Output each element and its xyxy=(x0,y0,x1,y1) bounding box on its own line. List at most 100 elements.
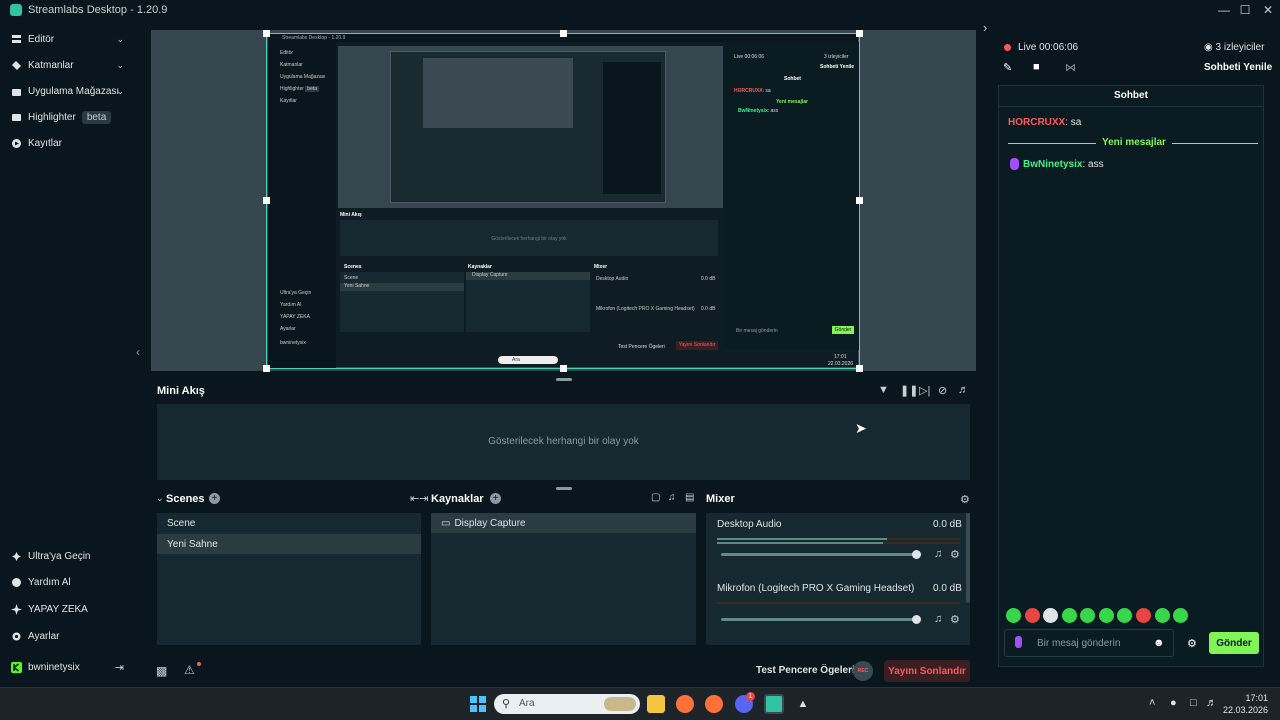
emote-icon[interactable] xyxy=(1006,608,1021,623)
emote-icon[interactable] xyxy=(1043,608,1058,623)
volume-slider[interactable] xyxy=(721,553,916,556)
scene-item-selected[interactable]: Yeni Sahne xyxy=(157,534,421,554)
volume-slider[interactable] xyxy=(721,618,916,621)
live-status: Live 00:06:06 xyxy=(1018,42,1078,53)
chat-settings-icon[interactable]: ⚙ xyxy=(1187,637,1197,650)
alert-icon[interactable]: ⚠ xyxy=(184,663,195,677)
firefox-icon[interactable] xyxy=(705,695,723,713)
channel-settings-icon[interactable]: ⚙ xyxy=(950,613,960,626)
collapse-left-icon[interactable]: ‹ xyxy=(136,345,140,359)
chat-message: BwNinetysix: ass xyxy=(1023,159,1104,170)
highlighter-icon xyxy=(10,111,22,123)
nav-item-settings[interactable]: Ayarlar xyxy=(0,623,134,649)
resize-handle[interactable] xyxy=(560,365,567,372)
share-icon[interactable]: ⋈ xyxy=(1065,61,1076,74)
emote-icon[interactable] xyxy=(1173,608,1188,623)
resize-handle[interactable] xyxy=(856,30,863,37)
resize-handle[interactable] xyxy=(560,30,567,37)
camera-icon[interactable]: ■ xyxy=(1033,61,1040,73)
resize-handle[interactable] xyxy=(856,365,863,372)
emote-icon[interactable] xyxy=(1117,608,1132,623)
add-scene-icon[interactable]: + xyxy=(209,493,220,504)
add-source-icon[interactable]: + xyxy=(490,493,501,504)
emoji-icon[interactable]: ☻ xyxy=(1153,637,1165,649)
nav-item-ai[interactable]: YAPAY ZEKA xyxy=(0,596,134,622)
resize-handle[interactable] xyxy=(856,197,863,204)
chat-user[interactable]: HORCRUXX xyxy=(1008,117,1065,128)
performance-icon[interactable]: ▩ xyxy=(156,664,167,678)
chevron-down-icon[interactable]: ⌄ xyxy=(156,493,164,504)
mic-icon[interactable] xyxy=(1015,636,1022,648)
nav-item-help[interactable]: Yardım Al xyxy=(0,569,134,595)
taskbar-search[interactable]: ⚲ Ara xyxy=(494,694,640,714)
mixer-scrollbar[interactable] xyxy=(966,513,970,603)
close-button[interactable]: ✕ xyxy=(1256,0,1280,20)
volume-icon[interactable]: ♬ xyxy=(958,384,969,396)
send-button[interactable]: Gönder xyxy=(1209,632,1259,654)
chat-box xyxy=(998,85,1264,667)
sources-title: Kaynaklar xyxy=(431,493,484,505)
scene-item[interactable]: Scene xyxy=(157,513,421,533)
source-item[interactable]: ▭ Display Capture xyxy=(431,513,696,533)
filter-icon[interactable]: ▼ xyxy=(878,384,889,396)
test-widgets-label[interactable]: Test Pencere Ögeleri xyxy=(756,665,855,676)
resize-handle[interactable] xyxy=(263,30,270,37)
logout-icon[interactable]: ⇥ xyxy=(115,661,124,674)
nav-user[interactable]: bwninetysix ⇥ xyxy=(0,654,134,680)
volume-slider-knob[interactable] xyxy=(912,615,921,624)
app-icon[interactable]: ▲ xyxy=(794,695,812,713)
selection-frame[interactable] xyxy=(266,33,860,369)
nav-item-editor[interactable]: Editör ⌄ xyxy=(0,26,134,52)
windows-start-icon[interactable] xyxy=(469,695,487,713)
firefox-icon[interactable] xyxy=(676,695,694,713)
layers-icon xyxy=(10,59,22,71)
record-button[interactable]: REC xyxy=(853,661,873,681)
maximize-button[interactable]: ☐ xyxy=(1233,0,1257,20)
refresh-chat-button[interactable]: Sohbeti Yenile xyxy=(1204,62,1272,73)
resize-handle[interactable] xyxy=(263,197,270,204)
mouse-cursor-icon: ➤ xyxy=(855,420,867,436)
skip-icon[interactable]: ▷| xyxy=(919,384,930,397)
nav-item-app-store[interactable]: Uygulama Mağazası ⌄ xyxy=(0,78,134,104)
taskbar-date[interactable]: 22.03.2026 xyxy=(1220,705,1268,715)
speaker-icon[interactable]: ♫ xyxy=(934,548,942,560)
nav-item-highlighter[interactable]: Highlighter beta xyxy=(0,104,134,130)
nav-label: YAPAY ZEKA xyxy=(28,603,88,615)
drag-handle[interactable] xyxy=(556,487,572,490)
add-folder-icon[interactable]: ▤ xyxy=(685,492,694,503)
nav-item-layers[interactable]: Katmanlar ⌄ xyxy=(0,52,134,78)
speaker-icon[interactable]: ♫ xyxy=(934,613,942,625)
nav-label: Highlighter xyxy=(28,111,76,123)
volume-slider-knob[interactable] xyxy=(912,550,921,559)
emote-icon[interactable] xyxy=(1099,608,1114,623)
nav-item-ultra[interactable]: Ultra'ya Geçin xyxy=(0,543,134,569)
emote-icon[interactable] xyxy=(1136,608,1151,623)
emote-icon[interactable] xyxy=(1062,608,1077,623)
mixer-settings-icon[interactable]: ⚙ xyxy=(960,493,970,506)
collapse-right-icon[interactable]: › xyxy=(983,20,987,35)
chevron-up-icon[interactable]: ˄ xyxy=(1149,697,1155,709)
network-icon[interactable]: □ xyxy=(1190,697,1197,709)
emote-icon[interactable] xyxy=(1155,608,1170,623)
chevron-down-icon: ⌄ xyxy=(116,59,124,70)
speaker-icon[interactable]: ♬ xyxy=(1206,697,1217,709)
source-preview-icon[interactable]: ▢ xyxy=(651,492,660,503)
chat-input-placeholder: Bir mesaj gönderin xyxy=(1037,638,1121,649)
scene-transition-icon[interactable]: ⇤⇥ xyxy=(410,492,428,505)
mute-alerts-icon[interactable]: ⊘ xyxy=(938,384,947,397)
nav-item-recordings[interactable]: Kayıtlar xyxy=(0,130,134,156)
microphone-icon[interactable]: ● xyxy=(1170,697,1177,709)
chat-user[interactable]: BwNinetysix xyxy=(1023,159,1082,170)
end-stream-button[interactable]: Yayını Sonlandır xyxy=(884,660,970,682)
channel-settings-icon[interactable]: ⚙ xyxy=(950,548,960,561)
taskbar-time[interactable]: 17:01 xyxy=(1240,693,1268,703)
file-explorer-icon[interactable] xyxy=(647,695,665,713)
resize-handle[interactable] xyxy=(263,365,270,372)
source-audio-icon[interactable]: ♫ xyxy=(668,492,676,503)
edit-icon[interactable]: ✎ xyxy=(1003,61,1012,74)
emote-icon[interactable] xyxy=(1025,608,1040,623)
pause-icon[interactable]: ❚❚ xyxy=(900,384,918,397)
streamlabs-taskbar-icon[interactable] xyxy=(764,694,784,714)
emote-icon[interactable] xyxy=(1080,608,1095,623)
drag-handle[interactable] xyxy=(556,378,572,381)
